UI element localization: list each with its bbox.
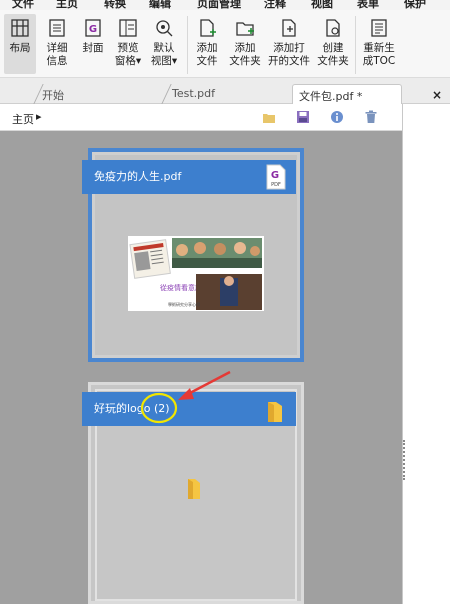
layout-button[interactable]: 布局 (4, 14, 36, 74)
default-view-label-2: 视图▾ (150, 55, 178, 67)
details-icon (49, 19, 65, 37)
tab-portfolio-label: 文件包.pdf * (299, 90, 363, 103)
menu-home[interactable]: 主页 (56, 0, 78, 10)
menu-bar: 文件 主页 转换 编辑 页面管理 注释 视图 表单 保护 (0, 0, 450, 10)
details-button[interactable]: 详细 信息 (42, 14, 72, 68)
folder-count: (2) (154, 402, 170, 415)
delete-icon[interactable] (364, 110, 378, 124)
ribbon: 布局 详细 信息 G 封面 预览 窗格▾ 默认 视图▾ 添加 文件 添加 文件夹… (0, 10, 450, 78)
default-view-button[interactable]: 默认 视图▾ (147, 14, 181, 68)
add-file-icon (200, 19, 216, 37)
preview-pane-button[interactable]: 预览 窗格▾ (112, 14, 144, 68)
menu-comment[interactable]: 注释 (264, 0, 286, 10)
right-pane (402, 104, 450, 604)
portfolio-toolbar: 主页 ▸ (0, 104, 402, 131)
default-view-icon (156, 20, 173, 37)
menu-form[interactable]: 表单 (357, 0, 379, 10)
folder-card-header: 好玩的logo (2) (82, 392, 296, 426)
tab-portfolio-pdf[interactable]: 文件包.pdf * (292, 84, 402, 104)
ribbon-separator (187, 16, 188, 74)
add-open-files-icon (282, 19, 296, 37)
tab-start[interactable]: 开始 (33, 84, 164, 104)
regenerate-toc-label-2: 成TOC (362, 55, 396, 67)
add-folder-button[interactable]: 添加 文件夹 (227, 14, 263, 68)
layout-label: 布局 (9, 42, 31, 54)
cover-button[interactable]: G 封面 (78, 14, 108, 55)
pdf-file-name: 免疫力的人生.pdf (94, 170, 182, 183)
menu-convert[interactable]: 转换 (104, 0, 126, 10)
create-folder-button[interactable]: 创建 文件夹 (316, 14, 350, 68)
breadcrumb-arrow-icon[interactable]: ▸ (36, 110, 42, 123)
details-label-2: 信息 (46, 55, 68, 67)
pdf-thumbnail: 從疫情看意識 學術研究分享心得 (128, 236, 264, 311)
add-folder-icon (236, 22, 254, 36)
add-file-label-2: 文件 (196, 55, 218, 67)
pdf-badge-text: PDF (271, 182, 281, 188)
home-breadcrumb[interactable]: 主页 (12, 111, 34, 127)
folder-name: 好玩的logo (94, 402, 151, 415)
cover-icon: G (85, 19, 101, 37)
preview-pane-label-2: 窗格▾ (114, 55, 142, 67)
cover-label: 封面 (82, 42, 104, 54)
menu-view[interactable]: 视图 (311, 0, 333, 10)
close-tab-icon[interactable]: × (432, 88, 442, 102)
create-folder-icon (326, 19, 340, 37)
menu-protect[interactable]: 保护 (404, 0, 426, 10)
menu-page-manage[interactable]: 页面管理 (197, 0, 241, 10)
toc-icon (371, 19, 387, 37)
thumbnail-footer: 學術研究分享心得 (168, 301, 200, 307)
folder-icon (268, 402, 282, 422)
info-icon[interactable] (330, 110, 344, 124)
open-folder-icon[interactable] (262, 111, 276, 124)
tab-test-pdf[interactable]: Test.pdf (161, 84, 292, 104)
details-label-1: 详细 (46, 42, 68, 54)
pdf-card-header: 免疫力的人生.pdf (82, 160, 296, 194)
regenerate-toc-button[interactable]: 重新生 成TOC (360, 14, 398, 68)
svg-text:G: G (271, 170, 279, 181)
add-open-files-label-1: 添加打 (273, 42, 305, 54)
thumbnail-image: 從疫情看意識 學術研究分享心得 (128, 236, 264, 311)
preview-pane-label-1: 预览 (117, 42, 139, 54)
create-folder-label-1: 创建 (322, 42, 344, 54)
folder-preview-icon (188, 479, 200, 499)
tab-start-label: 开始 (42, 89, 64, 102)
document-tabs: 开始 Test.pdf 文件包.pdf * (0, 78, 450, 104)
save-icon[interactable] (296, 110, 310, 124)
create-folder-label-2: 文件夹 (317, 55, 349, 67)
thumbnail-subtitle: 從疫情看意識 (160, 283, 202, 292)
layout-icon (11, 19, 29, 37)
menu-file[interactable]: 文件 (12, 0, 34, 10)
preview-pane-icon (119, 19, 137, 37)
splitter-handle[interactable] (403, 440, 406, 480)
regenerate-toc-label-1: 重新生 (363, 42, 395, 54)
add-folder-label-2: 文件夹 (229, 55, 261, 67)
default-view-label-1: 默认 (153, 42, 175, 54)
svg-text:G: G (89, 24, 97, 35)
add-file-button[interactable]: 添加 文件 (192, 14, 222, 68)
tab-test-pdf-label: Test.pdf (172, 87, 215, 100)
ribbon-separator (355, 16, 356, 74)
add-open-files-label-2: 开的文件 (268, 55, 310, 67)
pdf-file-icon: G PDF (266, 164, 286, 190)
add-folder-label-1: 添加 (234, 42, 256, 54)
add-open-files-button[interactable]: 添加打 开的文件 (268, 14, 310, 68)
menu-edit[interactable]: 编辑 (149, 0, 171, 10)
add-file-label-1: 添加 (196, 42, 218, 54)
